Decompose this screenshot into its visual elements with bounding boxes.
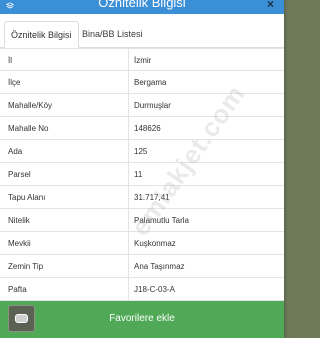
- attribute-value: 11: [134, 170, 143, 179]
- attribute-panel: Öznitelik Bilgisi × Öznitelik Bilgisi Bi…: [0, 0, 284, 338]
- attribute-value: Ana Taşınmaz: [134, 262, 185, 271]
- attribute-key: Tapu Alanı: [8, 193, 46, 202]
- table-row: Tapu Alanı 31.717,41: [0, 186, 284, 209]
- table-row: Pafta J18-C-03-A: [0, 278, 284, 301]
- attribute-value: Bergama: [134, 78, 167, 87]
- panel-header: Öznitelik Bilgisi ×: [0, 0, 284, 14]
- panel-title: Öznitelik Bilgisi: [98, 0, 186, 10]
- attribute-value: Durmuşlar: [134, 101, 171, 110]
- table-row: Mahalle No 148626: [0, 117, 284, 140]
- attribute-value: 125: [134, 147, 148, 156]
- table-row: Parsel 11: [0, 163, 284, 186]
- attribute-value: İzmir: [134, 56, 152, 65]
- tab-bar: Öznitelik Bilgisi Bina/BB Listesi: [0, 14, 284, 48]
- table-row: İlçe Bergama: [0, 71, 284, 94]
- table-row: Ada 125: [0, 140, 284, 163]
- table-row: Mevkii Kuşkonmaz: [0, 232, 284, 255]
- table-row: Mahalle/Köy Durmuşlar: [0, 94, 284, 117]
- table-row: Nitelik Palamutlu Tarla: [0, 209, 284, 232]
- attribute-key: İlçe: [8, 78, 21, 87]
- attribute-key: Nitelik: [8, 216, 30, 225]
- attribute-value: Kuşkonmaz: [134, 239, 176, 248]
- favorite-label: Favorilere ekle: [109, 313, 175, 324]
- attribute-key: Pafta: [8, 285, 27, 294]
- tab-building-list[interactable]: Bina/BB Listesi: [76, 21, 149, 48]
- attribute-value: Palamutlu Tarla: [134, 216, 189, 225]
- attribute-table: İl İzmir İlçe Bergama Mahalle/Köy Durmuş…: [0, 48, 284, 301]
- favorite-button[interactable]: Favorilere ekle: [0, 301, 284, 338]
- attribute-value: 31.717,41: [134, 193, 170, 202]
- attribute-key: Mahalle No: [8, 124, 49, 133]
- attribute-key: Zemin Tip: [8, 262, 44, 271]
- attribute-key: Mevkii: [8, 239, 31, 248]
- table-row: İl İzmir: [0, 48, 284, 71]
- attribute-key: Ada: [8, 147, 23, 156]
- attribute-key: İl: [8, 56, 12, 65]
- attribute-value: 148626: [134, 124, 161, 133]
- table-row: Zemin Tip Ana Taşınmaz: [0, 255, 284, 278]
- attribute-key: Parsel: [8, 170, 31, 179]
- attribute-value: J18-C-03-A: [134, 285, 175, 294]
- close-icon[interactable]: ×: [267, 0, 274, 11]
- attribute-key: Mahalle/Köy: [8, 101, 53, 110]
- tab-attribute-info[interactable]: Öznitelik Bilgisi: [4, 21, 79, 48]
